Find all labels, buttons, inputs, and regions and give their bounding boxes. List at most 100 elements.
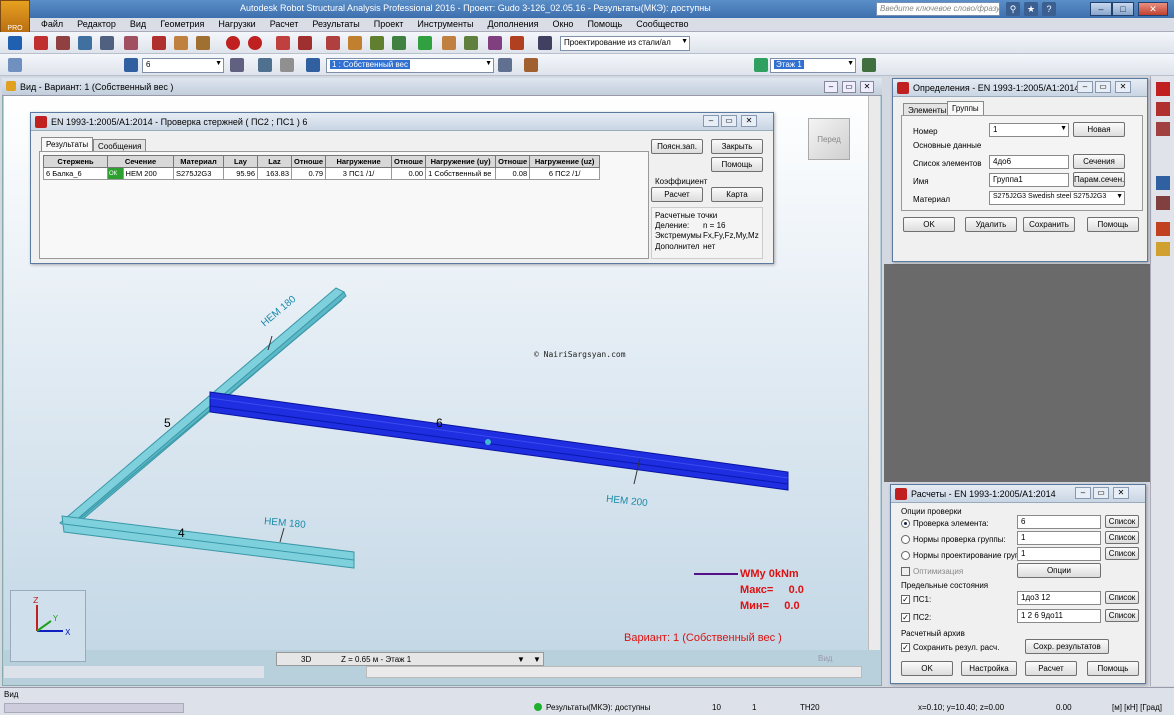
menu-loads[interactable]: Нагрузки (211, 18, 262, 30)
cell-ratio3[interactable]: 0.08 (495, 167, 531, 180)
display-icon[interactable] (258, 58, 272, 72)
help-icon[interactable]: ? (1042, 2, 1056, 16)
menu-design[interactable]: Проект (367, 18, 411, 30)
menu-results[interactable]: Результаты (305, 18, 366, 30)
search-input[interactable]: Введите ключевое слово/фразу (876, 2, 1000, 16)
table-icon[interactable] (276, 36, 290, 50)
calc-button[interactable]: Расчет (651, 187, 703, 202)
menu-window[interactable]: Окно (546, 18, 581, 30)
tab-results[interactable]: Результаты (41, 137, 94, 151)
camera-icon[interactable] (124, 36, 138, 50)
menu-file[interactable]: Файл (34, 18, 70, 30)
member-6-beam[interactable] (209, 391, 789, 491)
menu-edit[interactable]: Редактор (70, 18, 123, 30)
optimization-checkbox[interactable] (901, 567, 910, 576)
bar-select-icon[interactable] (124, 58, 138, 72)
def-restore-button[interactable]: ▭ (1095, 81, 1111, 93)
bar-number-select[interactable]: 6 ▼ (142, 58, 224, 73)
def-close-button[interactable]: ✕ (1115, 81, 1131, 93)
nav-up-arrow-icon[interactable]: ▼ (533, 655, 541, 664)
group-design-input[interactable]: 1 (1017, 547, 1101, 561)
menu-addins[interactable]: Дополнения (481, 18, 546, 30)
results-icon[interactable] (488, 36, 502, 50)
load-next-icon[interactable] (498, 58, 512, 72)
load-table-icon[interactable] (524, 58, 538, 72)
menu-community[interactable]: Сообщество (629, 18, 695, 30)
save-results-checkbox[interactable]: ✓ (901, 643, 910, 652)
help-button[interactable]: Помощь (711, 157, 763, 172)
binoculars-icon[interactable]: ⚲ (1006, 2, 1020, 16)
sls1-checkbox[interactable]: ✓ (901, 595, 910, 604)
load-case-icon[interactable] (306, 58, 320, 72)
copy-icon[interactable] (174, 36, 188, 50)
new-group-button[interactable]: Новая (1073, 122, 1125, 137)
group-design-radio[interactable] (901, 551, 910, 560)
horizontal-scrollbar[interactable] (366, 666, 862, 678)
view-level[interactable]: Z = 0.65 м - Этаж 1 (341, 655, 411, 664)
minimize-button[interactable]: – (1090, 2, 1112, 16)
settings-button[interactable]: Настройка (961, 661, 1017, 676)
story-icon[interactable] (754, 58, 768, 72)
design-icon[interactable] (442, 36, 456, 50)
sls2-checkbox[interactable]: ✓ (901, 613, 910, 622)
pointer-icon[interactable] (8, 58, 22, 72)
cell-ratio1[interactable]: 0.79 (290, 167, 327, 180)
lock-icon[interactable] (326, 36, 340, 50)
calc-minimize-button[interactable]: – (1075, 487, 1091, 499)
save-group-button[interactable]: Сохранить (1023, 217, 1075, 232)
cell-section[interactable]: HEM 200 (122, 167, 175, 180)
paste-icon[interactable] (196, 36, 210, 50)
zoom-all-icon[interactable] (392, 36, 406, 50)
def-minimize-button[interactable]: – (1077, 81, 1093, 93)
filter-icon[interactable] (230, 58, 244, 72)
calc-close-button[interactable]: ✕ (1113, 487, 1129, 499)
group-check-radio[interactable] (901, 535, 910, 544)
frame-icon[interactable] (1156, 196, 1170, 210)
group-list-button[interactable]: Список (1105, 531, 1139, 544)
status-tools[interactable] (4, 703, 184, 713)
check-close-button[interactable]: ✕ (741, 115, 757, 127)
menu-help[interactable]: Помощь (580, 18, 629, 30)
nav-down-arrow-icon[interactable]: ▼ (517, 655, 525, 664)
menu-geometry[interactable]: Геометрия (153, 18, 211, 30)
connection-icon[interactable] (1156, 102, 1170, 116)
menu-tools[interactable]: Инструменты (410, 18, 480, 30)
cell-bar[interactable]: 6 Балка_6 (43, 167, 108, 180)
structure-icon[interactable] (418, 36, 432, 50)
status-units[interactable]: [м] [кН] [Град] (1112, 703, 1162, 712)
notes-button[interactable]: Поясн.зап. (651, 139, 703, 154)
menu-view[interactable]: Вид (123, 18, 153, 30)
story-up-icon[interactable] (862, 58, 876, 72)
calculator-icon[interactable] (538, 36, 552, 50)
design-list-button[interactable]: Список (1105, 547, 1139, 560)
calc-icon[interactable] (464, 36, 478, 50)
section-icon[interactable] (1156, 222, 1170, 236)
map-button[interactable]: Карта (711, 187, 763, 202)
member-list-button[interactable]: Список (1105, 515, 1139, 528)
zoom-icon[interactable] (348, 36, 362, 50)
def-ok-button[interactable]: OK (903, 217, 955, 232)
cell-load1[interactable]: 3 ПС1 /1/ (325, 167, 393, 180)
check-minimize-button[interactable]: – (703, 115, 719, 127)
maximize-button[interactable]: □ (1112, 2, 1134, 16)
view-cube[interactable]: Перед (808, 118, 850, 160)
print-icon[interactable] (56, 36, 70, 50)
story-select[interactable]: Этаж 1 ▼ (770, 58, 856, 73)
sections-button[interactable]: Сечения (1073, 154, 1125, 169)
sls2-list-button[interactable]: Список (1105, 609, 1139, 622)
section-params-button[interactable]: Парам.сечен. (1073, 172, 1125, 187)
member-check-input[interactable]: 6 (1017, 515, 1101, 529)
number-select[interactable]: 1 ▼ (989, 123, 1069, 137)
undo-icon[interactable] (226, 36, 240, 50)
app-logo[interactable]: PRO (0, 0, 30, 36)
group-check-input[interactable]: 1 (1017, 531, 1101, 545)
cell-laz[interactable]: 163.83 (257, 167, 292, 180)
screen-capture-icon[interactable] (100, 36, 114, 50)
close-dialog-button[interactable]: Закрыть (711, 139, 763, 154)
view-minimize-button[interactable]: – (824, 81, 838, 93)
vertical-scrollbar[interactable] (868, 96, 880, 650)
view-mode-3d[interactable]: 3D (301, 655, 311, 664)
run-calc-button[interactable]: Расчет (1025, 661, 1077, 676)
cell-material[interactable]: S275J2G3 (173, 167, 224, 180)
tab-groups[interactable]: Группы (947, 101, 984, 115)
